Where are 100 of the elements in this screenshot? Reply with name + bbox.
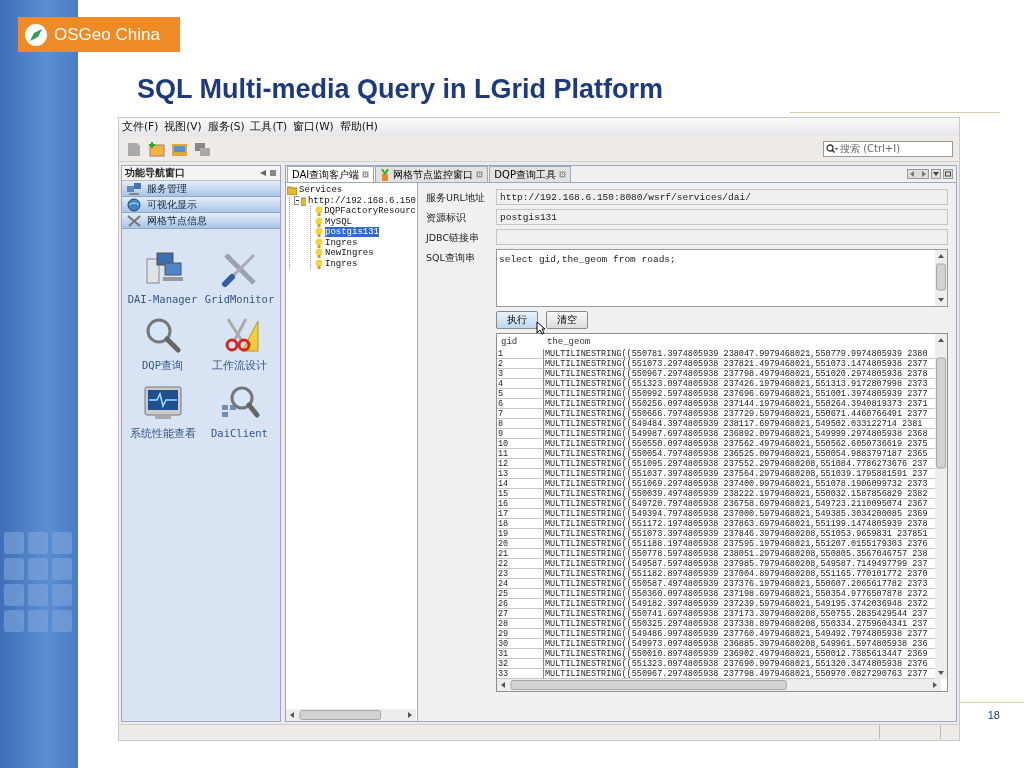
text-field[interactable]: http://192.168.6.150:8080/wsrf/services/dai/: [496, 189, 948, 205]
tree-item[interactable]: DQPFactoryResourc: [324, 206, 416, 217]
tool-label[interactable]: 系统性能查看: [129, 427, 196, 441]
tree-item[interactable]: postgis131: [325, 227, 379, 238]
new-folder-icon[interactable]: [148, 140, 166, 157]
table-cell: 16: [497, 499, 543, 509]
tool-label[interactable]: DaiClient: [211, 427, 268, 439]
tool-label[interactable]: DQP查询: [142, 359, 183, 373]
pin-icon[interactable]: [259, 169, 267, 177]
globe-icon: [126, 197, 142, 212]
table-cell: MULTILINESTRING((549394.7974805938 237000.5979468021,549385.3034200085 2369: [543, 509, 935, 519]
table-cell: 21: [497, 549, 543, 559]
section-label: 网格节点信息: [147, 213, 207, 228]
section-label: 可视化显示: [147, 197, 197, 212]
maximize-icon[interactable]: [943, 169, 953, 179]
table-cell: MULTILINESTRING((549484.3974805939 238117.6979468021,549502.033122714 2381: [543, 419, 935, 429]
windows-icon[interactable]: [194, 140, 212, 157]
horizontal-scrollbar[interactable]: [286, 709, 416, 721]
table-cell: MULTILINESTRING((549587.5974805938 237985.79794680208,549587.7149497799 237: [543, 559, 935, 569]
table-cell: 18: [497, 519, 543, 529]
menu-item[interactable]: 服务(S): [207, 120, 245, 134]
tree-item[interactable]: Ingres: [325, 237, 358, 248]
tab[interactable]: 网格节点监控窗口: [375, 166, 489, 182]
field-label: 资源标识: [426, 211, 467, 225]
nav-section[interactable]: 网格节点信息: [122, 213, 280, 229]
menu-item[interactable]: 工具(T): [250, 120, 288, 134]
nav-section[interactable]: 服务管理: [122, 181, 280, 197]
collapse-icon[interactable]: [294, 196, 299, 206]
menu-item[interactable]: 文件(F): [122, 120, 159, 134]
table-cell: MULTILINESTRING((549182.3974805939 237239.5979468021,549195.3742036948 2372: [543, 599, 935, 609]
tree-item[interactable]: http://192.168.6.150: [307, 195, 416, 206]
table-cell: 29: [497, 629, 543, 639]
tab[interactable]: DAI查询客户端: [287, 166, 375, 182]
menu-item[interactable]: 窗口(W): [293, 120, 334, 134]
table-cell: MULTILINESTRING((550666.7974805938 237729.5979468021,550671.4460766491 2377: [543, 409, 935, 419]
table-cell: 11: [497, 449, 543, 459]
nav-section[interactable]: 可视化显示: [122, 197, 280, 213]
tool-label[interactable]: GridMonitor: [204, 293, 275, 305]
folder-icon: [287, 185, 297, 196]
document-icon[interactable]: [125, 140, 143, 157]
table-cell: 26: [497, 599, 543, 609]
monitor-icon: [142, 385, 183, 421]
compass-icon: [24, 22, 48, 47]
close-icon[interactable]: [476, 171, 484, 178]
vertical-scrollbar[interactable]: [935, 334, 947, 679]
table-cell: MULTILINESTRING((550992.5974805938 237696.6979468021,551001.3974805939 2377: [543, 389, 935, 399]
menu-item[interactable]: 视图(V): [164, 120, 202, 134]
search-icon[interactable]: [826, 143, 838, 154]
table-cell: MULTILINESTRING((549486.9974805939 237760.4979468021,549492.7974805938 2377: [543, 629, 935, 639]
table-cell: 14: [497, 479, 543, 489]
table-cell: 22: [497, 559, 543, 569]
field-label: JDBC链接串: [426, 231, 481, 245]
text-field[interactable]: postgis131: [496, 209, 948, 225]
table-cell: MULTILINESTRING((551095.2974805938 237552.29794680208,551084.7786273676 237: [543, 459, 935, 469]
magnifier-icon: [219, 385, 260, 421]
tree-item[interactable]: Ingres: [325, 258, 358, 269]
slide-title: SQL Multi-media Query in LGrid Platform: [137, 73, 665, 106]
search-box[interactable]: 搜索 (Ctrl+I): [823, 140, 953, 157]
tool-label[interactable]: DAI-Manager: [127, 293, 198, 305]
table-cell: 31: [497, 649, 543, 659]
table-cell: MULTILINESTRING((549720.7974805938 236758.6979468021,549723.2110095074 2367: [543, 499, 935, 509]
close-icon[interactable]: [558, 171, 566, 178]
table-cell: 15: [497, 489, 543, 499]
action-button[interactable]: 清空: [546, 311, 588, 329]
page-number: 18: [960, 702, 1024, 721]
table-cell: 23: [497, 569, 543, 579]
table-cell: 13: [497, 469, 543, 479]
table-cell: MULTILINESTRING((550360.0974805938 237198.6979468021,550354.9776507878 2372: [543, 589, 935, 599]
table-cell: 8: [497, 419, 543, 429]
table-cell: 10: [497, 439, 543, 449]
table-cell: MULTILINESTRING((550010.8974805939 236902.4979468021,550012.7385613447 2369: [543, 649, 935, 659]
section-label: 服务管理: [147, 181, 187, 196]
table-cell: 32: [497, 659, 543, 669]
table-cell: MULTILINESTRING((550256.0974805938 237144.1979468021,550264.3940819373 2371: [543, 399, 935, 409]
tab[interactable]: DQP查询工具: [489, 166, 571, 182]
tree-item[interactable]: Services: [299, 185, 343, 196]
search-field[interactable]: 搜索 (Ctrl+I): [840, 143, 940, 154]
menu-item[interactable]: 帮助(H): [339, 120, 378, 134]
table-cell: MULTILINESTRING((551037.3974805939 237564.29794680208,551039.1795881591 237: [543, 469, 935, 479]
text-field[interactable]: [496, 229, 948, 245]
plant-icon: [380, 168, 391, 181]
table-cell: 6: [497, 399, 543, 409]
table-cell: MULTILINESTRING((551073.2974805938 237821.4979468021,551073.1474805938 2377: [543, 359, 935, 369]
table-cell: MULTILINESTRING((550587.4974805939 237376.1979468021,550607.2065617782 2373: [543, 579, 935, 589]
table-cell: MULTILINESTRING((549973.0974805938 236885.39794680208,549961.5974805938 236: [543, 639, 935, 649]
table-cell: 4: [497, 379, 543, 389]
action-button[interactable]: 执行: [496, 311, 538, 329]
horizontal-scrollbar[interactable]: [497, 679, 941, 691]
scroll-tabs-icon[interactable]: [907, 169, 929, 179]
dropdown-icon[interactable]: [931, 169, 941, 179]
tree-item[interactable]: MySQL: [325, 216, 352, 227]
tool-label[interactable]: 工作流设计: [212, 359, 267, 373]
close-icon[interactable]: [362, 171, 370, 178]
minimize-icon[interactable]: [269, 169, 277, 177]
table-cell: 17: [497, 509, 543, 519]
tree-item[interactable]: NewIngres: [325, 248, 374, 259]
table-cell: 12: [497, 459, 543, 469]
table-cell: MULTILINESTRING((550550.0974805938 237562.4979468021,550562.6050736619 2375: [543, 439, 935, 449]
table-cell: MULTILINESTRING((550741.6974805938 237173.39794680208,550755.2835429544 237: [543, 609, 935, 619]
vertical-scrollbar[interactable]: [935, 250, 947, 306]
